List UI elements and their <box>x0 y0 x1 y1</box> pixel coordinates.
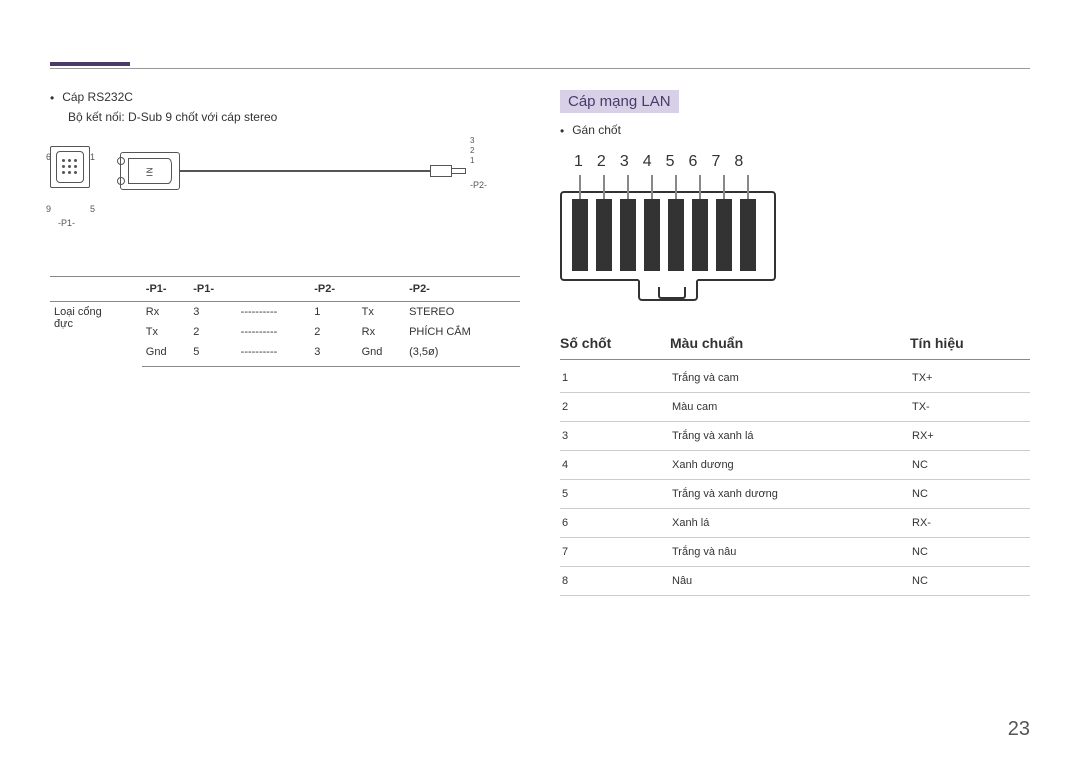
p2-marker: -P2- <box>470 180 487 190</box>
stereo-jack-icon <box>430 162 470 180</box>
cell-color: Xanh dương <box>670 451 910 480</box>
page-number: 23 <box>1008 718 1030 741</box>
cell-color: Trắng và cam <box>670 364 910 393</box>
left-column: • Cáp RS232C Bộ kết nối: D-Sub 9 chốt vớ… <box>50 90 520 596</box>
cell-pin: 7 <box>560 538 670 567</box>
bullet-dot-icon: • <box>50 90 54 106</box>
cell-pin: 1 <box>560 364 670 393</box>
header-accent <box>50 62 130 66</box>
table-row: 4Xanh dươngNC <box>560 451 1030 480</box>
rs232c-desc: Bộ kết nối: D-Sub 9 chốt với cáp stereo <box>68 110 520 124</box>
row-label-2: đực <box>54 318 138 330</box>
rs232c-pinout-table: -P1- -P1- -P2- -P2- Loại cổng đực Rx 3 - <box>50 276 520 367</box>
rs232c-bullet: • Cáp RS232C <box>50 90 520 106</box>
row-label-1: Loại cổng <box>54 306 138 318</box>
cell-signal: TX+ <box>910 364 1030 393</box>
rj45-pin-numbers: 1 2 3 4 5 6 7 8 <box>574 153 1030 171</box>
table-row: 2Màu camTX- <box>560 393 1030 422</box>
pin-label-6: 6 <box>46 152 51 162</box>
rj45-connector-icon <box>560 175 780 305</box>
cell-pin: 2 <box>560 393 670 422</box>
table-row: 7Trắng và nâuNC <box>560 538 1030 567</box>
table-row: 3Trắng và xanh láRX+ <box>560 422 1030 451</box>
cell-signal: NC <box>910 480 1030 509</box>
th-p1a: -P1- <box>142 277 189 302</box>
cell-color: Xanh lá <box>670 509 910 538</box>
pin-label-5: 5 <box>90 204 95 214</box>
rj45-diagram: 1 2 3 4 5 6 7 8 <box>560 153 1030 305</box>
in-label: IN <box>146 166 155 176</box>
cell-color: Trắng và xanh lá <box>670 422 910 451</box>
cell-color: Màu cam <box>670 393 910 422</box>
cell-color: Nâu <box>670 567 910 596</box>
table-row: Loại cổng đực Rx 3 ---------- 1 Tx STERE… <box>50 302 520 323</box>
rs232c-diagram: 6 1 9 5 -P1- IN 3 2 1 -P2- <box>50 136 520 266</box>
th-p2b: -P2- <box>405 277 520 302</box>
cable-line-icon <box>180 170 430 172</box>
table-row: 5Trắng và xanh dươngNC <box>560 480 1030 509</box>
table-row: 6Xanh láRX- <box>560 509 1030 538</box>
cell-pin: 6 <box>560 509 670 538</box>
cell-signal: RX+ <box>910 422 1030 451</box>
cell-pin: 5 <box>560 480 670 509</box>
pin-label-9: 9 <box>46 204 51 214</box>
dsub-front-icon: 6 1 9 5 -P1- <box>50 146 90 188</box>
right-column: Cáp mạng LAN • Gán chốt 1 2 3 4 5 6 7 8 <box>560 90 1030 596</box>
lan-pinout-table: 1Trắng và camTX+2Màu camTX-3Trắng và xan… <box>560 364 1030 596</box>
th-pin: Số chốt <box>560 335 670 351</box>
lan-bullet: • Gán chốt <box>560 123 1030 139</box>
table-row: 1Trắng và camTX+ <box>560 364 1030 393</box>
dsub-side-icon: IN <box>120 152 180 190</box>
table-row: 8NâuNC <box>560 567 1030 596</box>
cell-color: Trắng và nâu <box>670 538 910 567</box>
cell-signal: TX- <box>910 393 1030 422</box>
cell-pin: 4 <box>560 451 670 480</box>
p1-marker-small: -P1- <box>58 218 75 228</box>
th-color: Màu chuẩn <box>670 335 910 351</box>
cell-signal: RX- <box>910 509 1030 538</box>
bullet-dot-icon: • <box>560 123 564 139</box>
cell-pin: 3 <box>560 422 670 451</box>
th-signal: Tín hiệu <box>910 335 1030 351</box>
lan-section-header: Cáp mạng LAN <box>560 90 679 113</box>
cell-signal: NC <box>910 567 1030 596</box>
cell-signal: NC <box>910 538 1030 567</box>
th-p1b: -P1- <box>189 277 236 302</box>
cell-signal: NC <box>910 451 1030 480</box>
lan-bullet-label: Gán chốt <box>572 123 621 137</box>
cell-pin: 8 <box>560 567 670 596</box>
rs232c-title: Cáp RS232C <box>62 90 133 104</box>
jack-pin-labels: 3 2 1 <box>470 136 474 166</box>
lan-table-header: Số chốt Màu chuẩn Tín hiệu <box>560 335 1030 360</box>
pin-label-1: 1 <box>90 152 95 162</box>
header-rule <box>50 68 1030 69</box>
content-columns: • Cáp RS232C Bộ kết nối: D-Sub 9 chốt vớ… <box>50 90 1030 596</box>
cell-color: Trắng và xanh dương <box>670 480 910 509</box>
th-p2a: -P2- <box>310 277 357 302</box>
